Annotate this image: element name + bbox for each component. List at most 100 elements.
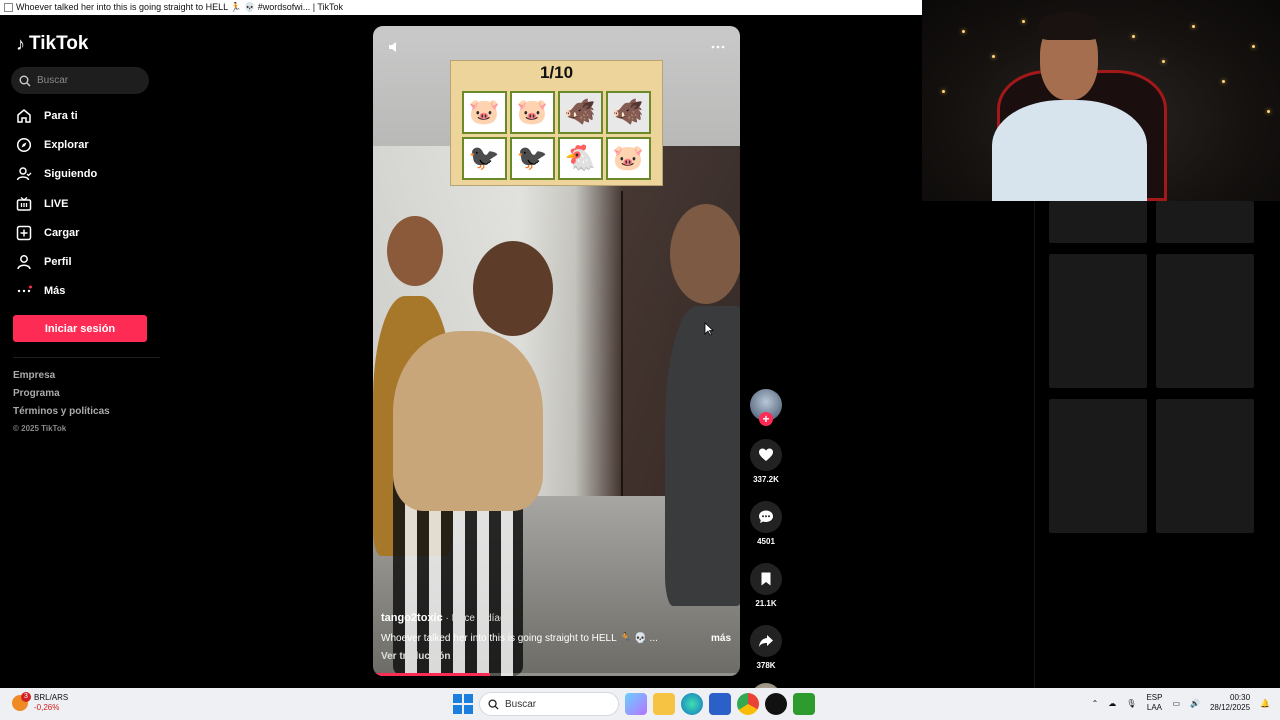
clock[interactable]: 00:30 28/12/2025: [1210, 693, 1250, 713]
nav-item-siguiendo[interactable]: Siguiendo: [0, 160, 160, 189]
nav-item-explorar[interactable]: Explorar: [0, 130, 160, 159]
string-light: [1022, 20, 1025, 23]
save-count: 21.1K: [755, 599, 777, 608]
search-input[interactable]: [37, 75, 137, 86]
streamer-shirt: [992, 100, 1147, 201]
taskbar-search[interactable]: Buscar: [479, 692, 619, 716]
obs-icon[interactable]: [765, 693, 787, 715]
window-title: Whoever talked her into this is going st…: [16, 2, 344, 12]
share-button[interactable]: [750, 625, 782, 657]
video-thumbnail[interactable]: [1049, 399, 1147, 533]
widget-badge: 3: [21, 692, 31, 702]
string-light: [1252, 45, 1255, 48]
string-light: [1132, 35, 1135, 38]
string-light: [1222, 80, 1225, 83]
see-translation-link[interactable]: Ver traducción: [381, 651, 731, 662]
compass-icon: [16, 137, 32, 152]
video-thumbnail[interactable]: [1156, 399, 1254, 533]
home-icon: [17, 108, 31, 123]
file-explorer-icon[interactable]: [653, 693, 675, 715]
like-button[interactable]: [750, 439, 782, 471]
share-count: 378K: [756, 661, 776, 670]
microphone-icon[interactable]: 🎙: [1126, 699, 1136, 708]
comment-button[interactable]: [750, 501, 782, 533]
store-icon[interactable]: [709, 693, 731, 715]
video-person-left-head: [387, 216, 443, 286]
animal-grid: 🐷 🐷 🐗 🐗 🐦‍⬛ 🐦‍⬛ 🐔 🐷: [462, 91, 651, 180]
main-nav: Para ti Explorar Siguiendo LIVE Cargar P…: [0, 101, 160, 306]
edge-icon[interactable]: [681, 693, 703, 715]
cloud-icon[interactable]: ☁: [1108, 699, 1116, 708]
currency-widget[interactable]: 3 BRL/ARS -0,26%: [12, 692, 68, 713]
more-options-icon[interactable]: [710, 40, 726, 54]
nav-label: Siguiendo: [44, 168, 98, 181]
video-progress-bar[interactable]: [373, 673, 740, 676]
heart-icon: [759, 448, 773, 461]
windows-taskbar: 3 BRL/ARS -0,26% Buscar ⌃ ☁ 🎙 ESP LAA ▭ …: [0, 688, 1280, 720]
video-action-bar: + 337.2K 4501 21.1K 378K: [748, 389, 784, 713]
nav-label: Más: [44, 285, 66, 298]
comment-icon: [759, 510, 773, 523]
nav-label: Cargar: [44, 226, 80, 239]
video-username[interactable]: tango2toxic: [381, 612, 443, 624]
windows-start-icon[interactable]: [453, 694, 473, 714]
sidebar: ♪ TikTok Para ti Explorar Siguiendo LIVE: [0, 15, 160, 688]
streamer-hair: [1038, 12, 1100, 40]
volume-icon[interactable]: [387, 40, 401, 54]
nav-label: LIVE: [44, 197, 69, 210]
tray-overflow-icon[interactable]: ⌃: [1092, 699, 1099, 708]
nav-item-live[interactable]: LIVE: [0, 189, 160, 218]
browser-title-bar: Whoever talked her into this is going st…: [0, 0, 922, 15]
animal-tile: 🐷: [462, 91, 507, 134]
animal-tile: 🐗: [558, 91, 603, 134]
description-more-link[interactable]: más: [711, 633, 731, 644]
video-thumbnail[interactable]: [1156, 201, 1254, 243]
follow-plus-icon[interactable]: +: [759, 412, 773, 426]
nav-item-perfil[interactable]: Perfil: [0, 247, 160, 276]
speaker-icon[interactable]: 🔊: [1190, 699, 1200, 708]
video-thumbnail[interactable]: [1049, 201, 1147, 243]
notification-bell-icon[interactable]: 🔔: [1260, 699, 1270, 708]
string-light: [942, 90, 945, 93]
animal-tile: 🐷: [606, 137, 651, 180]
video-progress-fill: [373, 673, 491, 676]
video-top-controls: [387, 40, 726, 54]
network-icon[interactable]: ▭: [1172, 699, 1180, 708]
login-button[interactable]: Iniciar sesión: [13, 315, 147, 342]
footer-link-terminos[interactable]: Términos y políticas: [13, 406, 110, 424]
nav-item-cargar[interactable]: Cargar: [0, 218, 160, 247]
video-thumbnail[interactable]: [1156, 254, 1254, 388]
video-person-right-body: [665, 306, 740, 606]
more-icon: [16, 283, 32, 299]
search-icon: [488, 698, 499, 710]
xbox-icon[interactable]: [793, 693, 815, 715]
copilot-icon[interactable]: [625, 693, 647, 715]
search-icon: [19, 75, 31, 86]
tab-favicon-icon: [4, 3, 13, 12]
string-light: [1192, 25, 1195, 28]
tiktok-logo[interactable]: ♪ TikTok: [16, 33, 88, 55]
chrome-icon[interactable]: [737, 693, 759, 715]
search-box[interactable]: [11, 67, 149, 94]
clock-time: 00:30: [1230, 693, 1251, 702]
footer-link-programa[interactable]: Programa: [13, 388, 110, 406]
string-light: [1162, 60, 1165, 63]
video-person-center-head: [473, 241, 553, 336]
string-light: [1267, 110, 1270, 113]
save-button[interactable]: [750, 563, 782, 595]
creator-avatar[interactable]: +: [750, 389, 782, 426]
video-description: Whoever talked her into this is going st…: [381, 633, 658, 644]
video-person-center-body: [393, 331, 543, 511]
video-player[interactable]: 1/10 🐷 🐷 🐗 🐗 🐦‍⬛ 🐦‍⬛ 🐔 🐷 tango2toxic · H…: [373, 26, 740, 676]
nav-label: Explorar: [44, 138, 89, 151]
string-light: [962, 30, 965, 33]
nav-item-mas[interactable]: Más: [0, 277, 160, 306]
currency-change: -0,26%: [34, 703, 60, 712]
footer-link-empresa[interactable]: Empresa: [13, 370, 110, 388]
keyboard-layout: LAA: [1146, 703, 1162, 712]
video-thumbnail[interactable]: [1049, 254, 1147, 388]
taskbar-apps: Buscar: [453, 692, 815, 716]
language-indicator[interactable]: ESP LAA: [1146, 693, 1162, 713]
string-light: [992, 55, 995, 58]
nav-item-para-ti[interactable]: Para ti: [0, 101, 160, 130]
